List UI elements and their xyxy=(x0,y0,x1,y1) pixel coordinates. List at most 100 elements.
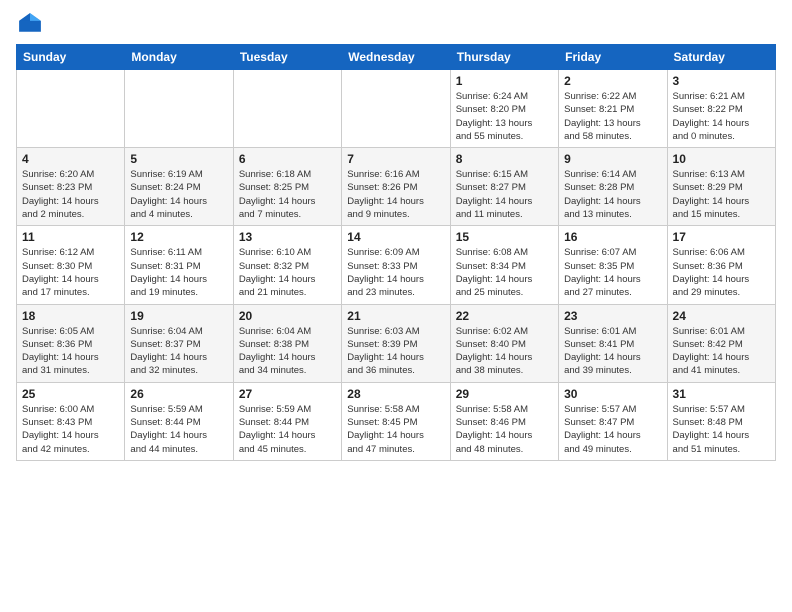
calendar-cell: 16 Sunrise: 6:07 AMSunset: 8:35 PMDayligh… xyxy=(559,226,667,304)
day-number: 20 xyxy=(239,309,336,323)
calendar-cell: 25Sunrise: 6:00 AMSunset: 8:43 PMDayligh… xyxy=(17,382,125,460)
calendar-cell: 2 Sunrise: 6:22 AMSunset: 8:21 PMDaylight… xyxy=(559,70,667,148)
day-info: Sunrise: 6:13 AMSunset: 8:29 PMDaylight:… xyxy=(673,168,770,221)
day-number: 17 xyxy=(673,230,770,244)
day-info: Sunrise: 6:04 AMSunset: 8:38 PMDaylight:… xyxy=(239,325,336,378)
day-info: Sunrise: 5:57 AMSunset: 8:47 PMDaylight:… xyxy=(564,403,661,456)
calendar-cell: 28 Sunrise: 5:58 AMSunset: 8:45 PMDayligh… xyxy=(342,382,450,460)
calendar-cell: 1 Sunrise: 6:24 AMSunset: 8:20 PMDaylight… xyxy=(450,70,558,148)
day-info: Sunrise: 6:00 AMSunset: 8:43 PMDaylight:… xyxy=(22,403,119,456)
calendar-week-row: 1 Sunrise: 6:24 AMSunset: 8:20 PMDaylight… xyxy=(17,70,776,148)
calendar-cell: 29Sunrise: 5:58 AMSunset: 8:46 PMDayligh… xyxy=(450,382,558,460)
day-number: 18 xyxy=(22,309,119,323)
day-number: 2 xyxy=(564,74,661,88)
day-number: 28 xyxy=(347,387,444,401)
day-number: 4 xyxy=(22,152,119,166)
day-number: 12 xyxy=(130,230,227,244)
day-info: Sunrise: 5:57 AMSunset: 8:48 PMDaylight:… xyxy=(673,403,770,456)
day-info: Sunrise: 5:58 AMSunset: 8:46 PMDaylight:… xyxy=(456,403,553,456)
day-info: Sunrise: 6:04 AMSunset: 8:37 PMDaylight:… xyxy=(130,325,227,378)
day-number: 13 xyxy=(239,230,336,244)
day-number: 19 xyxy=(130,309,227,323)
day-info: Sunrise: 6:12 AMSunset: 8:30 PMDaylight:… xyxy=(22,246,119,299)
calendar-cell: 11 Sunrise: 6:12 AMSunset: 8:30 PMDayligh… xyxy=(17,226,125,304)
calendar-cell xyxy=(17,70,125,148)
day-number: 27 xyxy=(239,387,336,401)
day-info: Sunrise: 6:03 AMSunset: 8:39 PMDaylight:… xyxy=(347,325,444,378)
calendar-week-row: 25Sunrise: 6:00 AMSunset: 8:43 PMDayligh… xyxy=(17,382,776,460)
day-info: Sunrise: 6:21 AMSunset: 8:22 PMDaylight:… xyxy=(673,90,770,143)
col-header-friday: Friday xyxy=(559,45,667,70)
calendar-cell: 15Sunrise: 6:08 AMSunset: 8:34 PMDayligh… xyxy=(450,226,558,304)
calendar-cell: 6Sunrise: 6:18 AMSunset: 8:25 PMDaylight… xyxy=(233,148,341,226)
day-info: Sunrise: 5:58 AMSunset: 8:45 PMDaylight:… xyxy=(347,403,444,456)
day-number: 11 xyxy=(22,230,119,244)
col-header-wednesday: Wednesday xyxy=(342,45,450,70)
col-header-saturday: Saturday xyxy=(667,45,775,70)
day-info: Sunrise: 6:09 AMSunset: 8:33 PMDaylight:… xyxy=(347,246,444,299)
day-info: Sunrise: 6:01 AMSunset: 8:42 PMDaylight:… xyxy=(673,325,770,378)
calendar-cell: 9Sunrise: 6:14 AMSunset: 8:28 PMDaylight… xyxy=(559,148,667,226)
day-number: 3 xyxy=(673,74,770,88)
calendar-cell: 31 Sunrise: 5:57 AMSunset: 8:48 PMDayligh… xyxy=(667,382,775,460)
calendar-cell: 23Sunrise: 6:01 AMSunset: 8:41 PMDayligh… xyxy=(559,304,667,382)
day-number: 26 xyxy=(130,387,227,401)
calendar-table: SundayMondayTuesdayWednesdayThursdayFrid… xyxy=(16,44,776,461)
page: SundayMondayTuesdayWednesdayThursdayFrid… xyxy=(0,0,792,612)
calendar-cell xyxy=(125,70,233,148)
day-number: 16 xyxy=(564,230,661,244)
day-number: 21 xyxy=(347,309,444,323)
col-header-sunday: Sunday xyxy=(17,45,125,70)
calendar-week-row: 11 Sunrise: 6:12 AMSunset: 8:30 PMDayligh… xyxy=(17,226,776,304)
calendar-cell: 27 Sunrise: 5:59 AMSunset: 8:44 PMDayligh… xyxy=(233,382,341,460)
day-number: 22 xyxy=(456,309,553,323)
calendar-cell: 18 Sunrise: 6:05 AMSunset: 8:36 PMDayligh… xyxy=(17,304,125,382)
day-info: Sunrise: 6:22 AMSunset: 8:21 PMDaylight:… xyxy=(564,90,661,143)
calendar-header-row: SundayMondayTuesdayWednesdayThursdayFrid… xyxy=(17,45,776,70)
day-info: Sunrise: 5:59 AMSunset: 8:44 PMDaylight:… xyxy=(239,403,336,456)
calendar-week-row: 4 Sunrise: 6:20 AMSunset: 8:23 PMDaylight… xyxy=(17,148,776,226)
calendar-cell: 17 Sunrise: 6:06 AMSunset: 8:36 PMDayligh… xyxy=(667,226,775,304)
logo-icon xyxy=(16,10,44,38)
day-number: 5 xyxy=(130,152,227,166)
calendar-cell: 19 Sunrise: 6:04 AMSunset: 8:37 PMDayligh… xyxy=(125,304,233,382)
calendar-cell: 26 Sunrise: 5:59 AMSunset: 8:44 PMDayligh… xyxy=(125,382,233,460)
day-number: 8 xyxy=(456,152,553,166)
day-number: 24 xyxy=(673,309,770,323)
calendar-cell: 14 Sunrise: 6:09 AMSunset: 8:33 PMDayligh… xyxy=(342,226,450,304)
day-info: Sunrise: 6:16 AMSunset: 8:26 PMDaylight:… xyxy=(347,168,444,221)
calendar-cell: 12Sunrise: 6:11 AMSunset: 8:31 PMDayligh… xyxy=(125,226,233,304)
calendar-cell: 20 Sunrise: 6:04 AMSunset: 8:38 PMDayligh… xyxy=(233,304,341,382)
calendar-cell xyxy=(342,70,450,148)
day-info: Sunrise: 6:19 AMSunset: 8:24 PMDaylight:… xyxy=(130,168,227,221)
col-header-monday: Monday xyxy=(125,45,233,70)
day-number: 30 xyxy=(564,387,661,401)
calendar-cell xyxy=(233,70,341,148)
day-number: 1 xyxy=(456,74,553,88)
day-number: 14 xyxy=(347,230,444,244)
day-number: 23 xyxy=(564,309,661,323)
day-info: Sunrise: 6:05 AMSunset: 8:36 PMDaylight:… xyxy=(22,325,119,378)
day-number: 6 xyxy=(239,152,336,166)
calendar-cell: 8Sunrise: 6:15 AMSunset: 8:27 PMDaylight… xyxy=(450,148,558,226)
calendar-cell: 21 Sunrise: 6:03 AMSunset: 8:39 PMDayligh… xyxy=(342,304,450,382)
day-info: Sunrise: 5:59 AMSunset: 8:44 PMDaylight:… xyxy=(130,403,227,456)
col-header-tuesday: Tuesday xyxy=(233,45,341,70)
col-header-thursday: Thursday xyxy=(450,45,558,70)
day-info: Sunrise: 6:20 AMSunset: 8:23 PMDaylight:… xyxy=(22,168,119,221)
calendar-cell: 24 Sunrise: 6:01 AMSunset: 8:42 PMDayligh… xyxy=(667,304,775,382)
calendar-cell: 10 Sunrise: 6:13 AMSunset: 8:29 PMDayligh… xyxy=(667,148,775,226)
day-number: 7 xyxy=(347,152,444,166)
day-number: 9 xyxy=(564,152,661,166)
day-info: Sunrise: 6:24 AMSunset: 8:20 PMDaylight:… xyxy=(456,90,553,143)
day-info: Sunrise: 6:07 AMSunset: 8:35 PMDaylight:… xyxy=(564,246,661,299)
day-number: 10 xyxy=(673,152,770,166)
calendar-cell: 3 Sunrise: 6:21 AMSunset: 8:22 PMDaylight… xyxy=(667,70,775,148)
day-number: 31 xyxy=(673,387,770,401)
logo xyxy=(16,10,48,38)
day-info: Sunrise: 6:02 AMSunset: 8:40 PMDaylight:… xyxy=(456,325,553,378)
calendar-week-row: 18 Sunrise: 6:05 AMSunset: 8:36 PMDayligh… xyxy=(17,304,776,382)
calendar-cell: 5 Sunrise: 6:19 AMSunset: 8:24 PMDaylight… xyxy=(125,148,233,226)
day-info: Sunrise: 6:06 AMSunset: 8:36 PMDaylight:… xyxy=(673,246,770,299)
day-number: 15 xyxy=(456,230,553,244)
